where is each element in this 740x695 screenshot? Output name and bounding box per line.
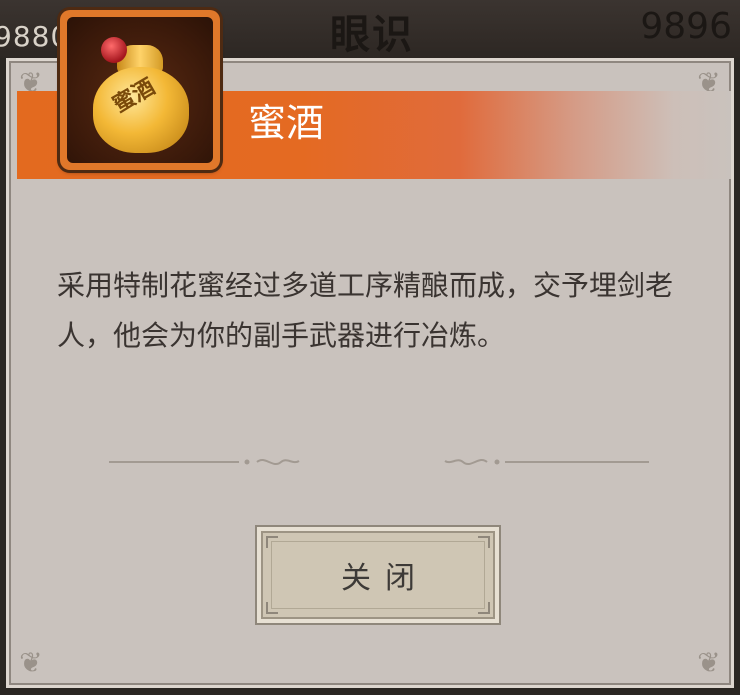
honey-wine-gourd-icon: 蜜酒 xyxy=(67,17,213,163)
currency-right-value: 9896 xyxy=(640,6,732,47)
close-button-label: 关闭 xyxy=(341,561,429,596)
item-name: 蜜酒 xyxy=(248,101,325,145)
item-icon-frame: 蜜酒 xyxy=(60,10,220,170)
divider-left-ornament xyxy=(109,459,300,465)
corner-ornament-icon: ❦ xyxy=(697,646,721,679)
corner-ornament-icon: ❦ xyxy=(19,646,43,679)
item-description: 采用特制花蜜经过多道工序精酿而成，交予埋剑老人，他会为你的副手武器进行冶炼。 xyxy=(57,269,674,352)
close-button[interactable]: 关闭 xyxy=(261,531,495,619)
currency-left-value: 9880 xyxy=(0,20,70,53)
divider-right-ornament xyxy=(444,459,649,465)
screen-title: 眼识 xyxy=(330,12,414,58)
